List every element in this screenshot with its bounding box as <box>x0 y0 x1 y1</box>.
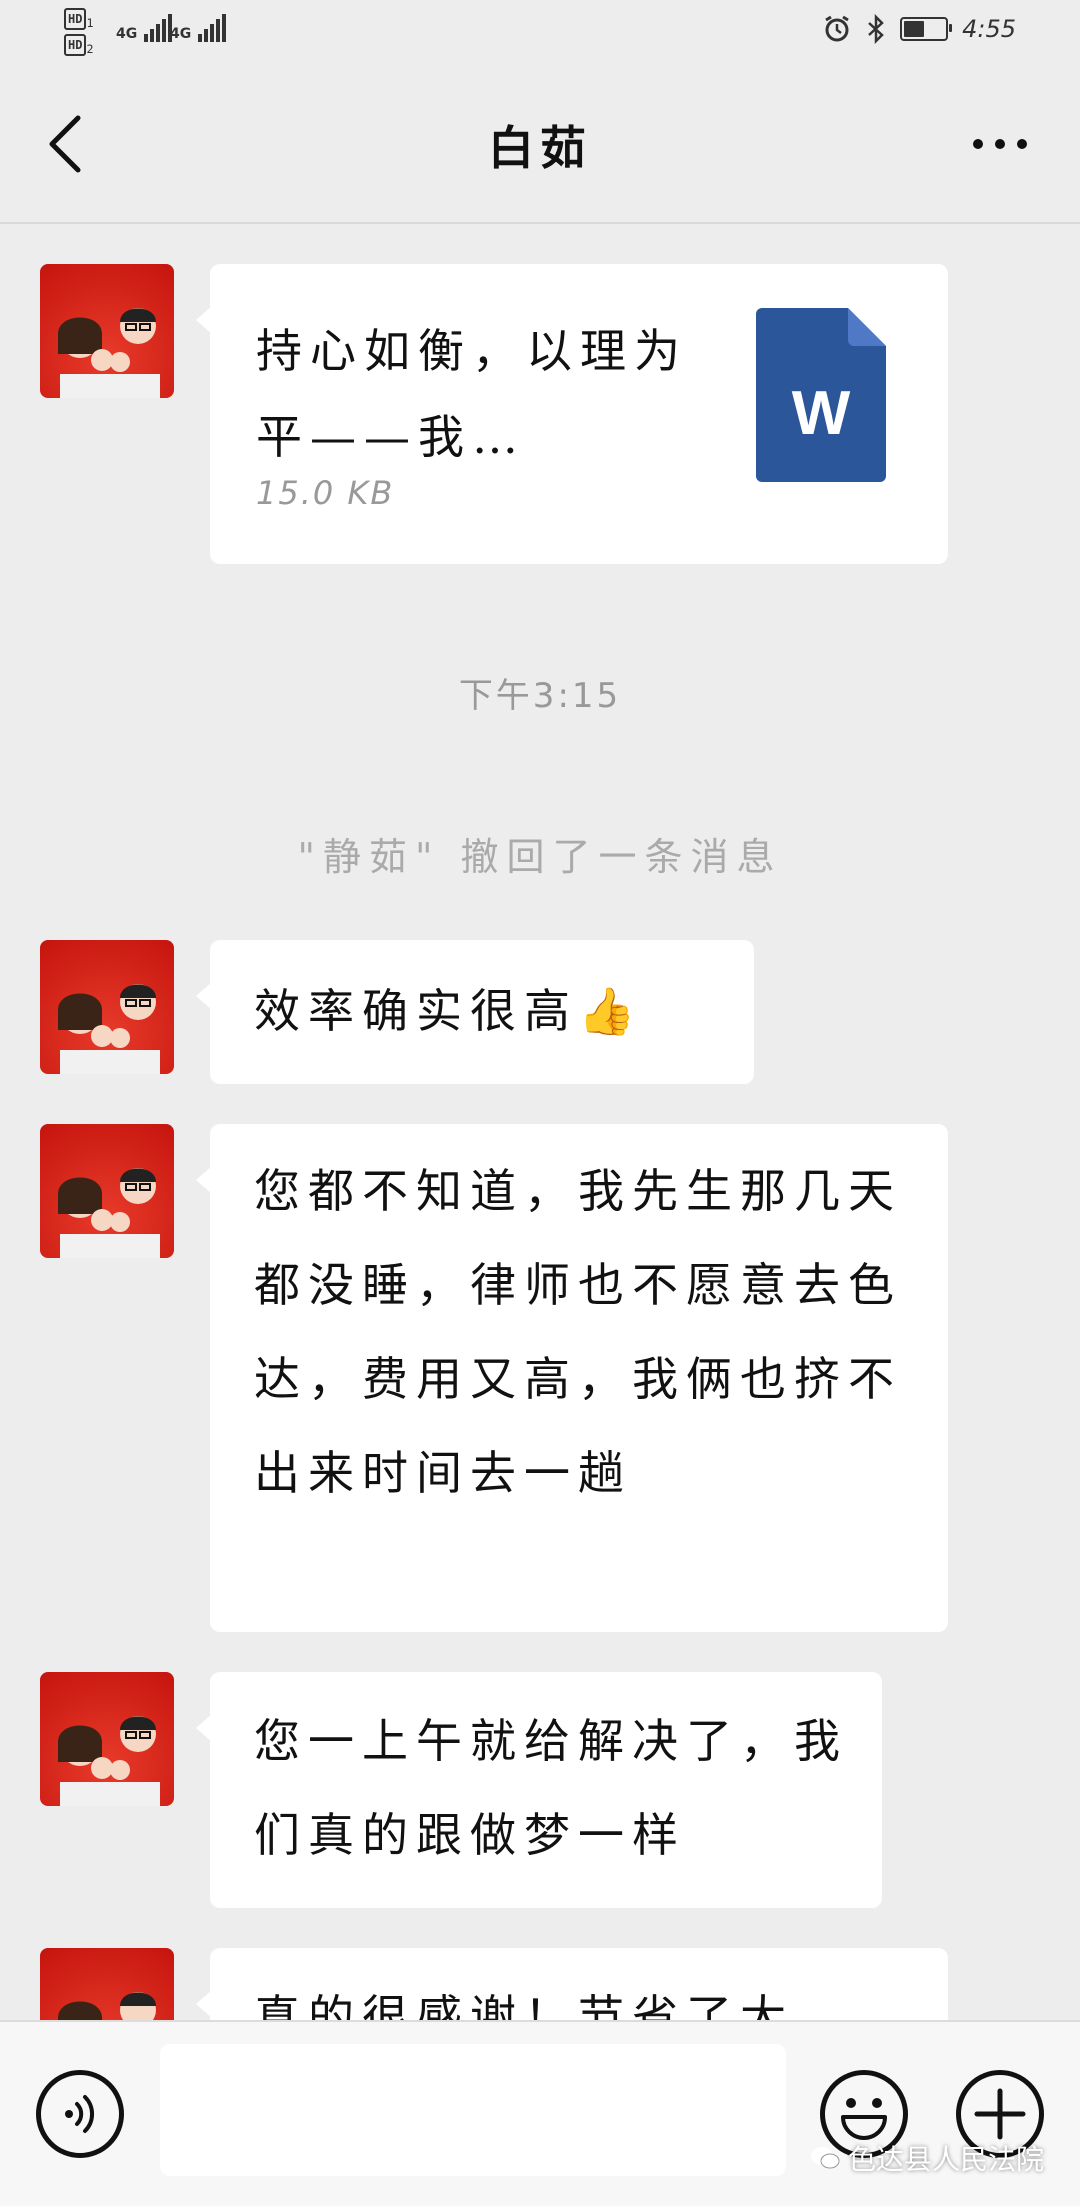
signal-bars-icon <box>142 14 173 42</box>
avatar-image <box>58 984 160 1074</box>
avatar[interactable] <box>40 1672 174 1806</box>
text-message-bubble[interactable]: 效率确实很高👍 <box>196 940 754 1084</box>
avatar-image <box>58 1168 160 1258</box>
voice-icon <box>65 2095 95 2133</box>
hd1-badge: HD <box>64 8 87 30</box>
time-separator: 下午3:15 <box>458 676 622 716</box>
signal-1-label: 4G <box>116 26 138 42</box>
message-input[interactable] <box>160 2044 786 2176</box>
input-bar: 色达县人民法院 <box>0 2020 1080 2206</box>
recall-notice: "静茹" 撤回了一条消息 <box>297 835 783 879</box>
watermark-text: 色达县人民法院 <box>847 2143 1044 2176</box>
file-name: 持心如衡，以理为平——我… <box>256 324 688 464</box>
word-document-icon: W <box>756 308 886 482</box>
message-text: 您一上午就给解决了，我们真的跟做梦一样 <box>254 1714 848 1862</box>
status-bar: HD 1 HD 2 4G 4G 4:55 <box>0 0 1080 72</box>
thumbs-up-emoji: 👍 <box>578 984 644 1038</box>
header-divider <box>0 222 1080 224</box>
chat-title: 白茹 <box>488 121 592 175</box>
signal-bars-icon <box>196 14 227 42</box>
avatar[interactable] <box>40 1124 174 1258</box>
status-right: 4:55 <box>822 14 1016 44</box>
more-icon <box>973 139 1027 149</box>
watermark: 色达县人民法院 <box>810 2138 1044 2178</box>
avatar[interactable] <box>40 940 174 1074</box>
hd1-sub: 1 <box>86 15 94 30</box>
chat-header: 白茹 <box>0 72 1080 220</box>
more-button[interactable] <box>960 116 1040 172</box>
text-message-bubble[interactable]: 您一上午就给解决了，我们真的跟做梦一样 <box>196 1672 882 1908</box>
sim-indicators: HD 1 HD 2 <box>64 8 93 60</box>
message-text: 您都不知道，我先生那几天都没睡，律师也不愿意去色达，费用又高，我俩也挤不出来时间… <box>254 1164 902 1500</box>
text-message-bubble[interactable]: 您都不知道，我先生那几天都没睡，律师也不愿意去色达，费用又高，我俩也挤不出来时间… <box>196 1124 948 1632</box>
battery-icon <box>900 17 953 41</box>
signal-2: 4G <box>170 14 227 42</box>
avatar-image <box>58 308 160 398</box>
alarm-icon <box>825 15 849 42</box>
wechat-icon <box>810 2147 840 2169</box>
voice-button[interactable] <box>36 2070 124 2158</box>
file-size: 15.0 KB <box>256 474 395 512</box>
clock: 4:55 <box>962 15 1016 43</box>
avatar-image <box>58 1716 160 1806</box>
avatar[interactable] <box>40 264 174 398</box>
message-text: 效率确实很高👍 <box>254 964 643 1058</box>
signal-1: 4G <box>116 14 173 42</box>
bluetooth-icon <box>868 14 884 44</box>
hd2-sub: 2 <box>86 41 94 56</box>
hd2-badge: HD <box>64 34 87 56</box>
signal-2-label: 4G <box>170 26 192 42</box>
message-text-content: 效率确实很高 <box>254 984 578 1038</box>
svg-text:W: W <box>792 379 851 448</box>
file-message-bubble[interactable]: 持心如衡，以理为平——我… 15.0 KB W <box>196 264 948 564</box>
